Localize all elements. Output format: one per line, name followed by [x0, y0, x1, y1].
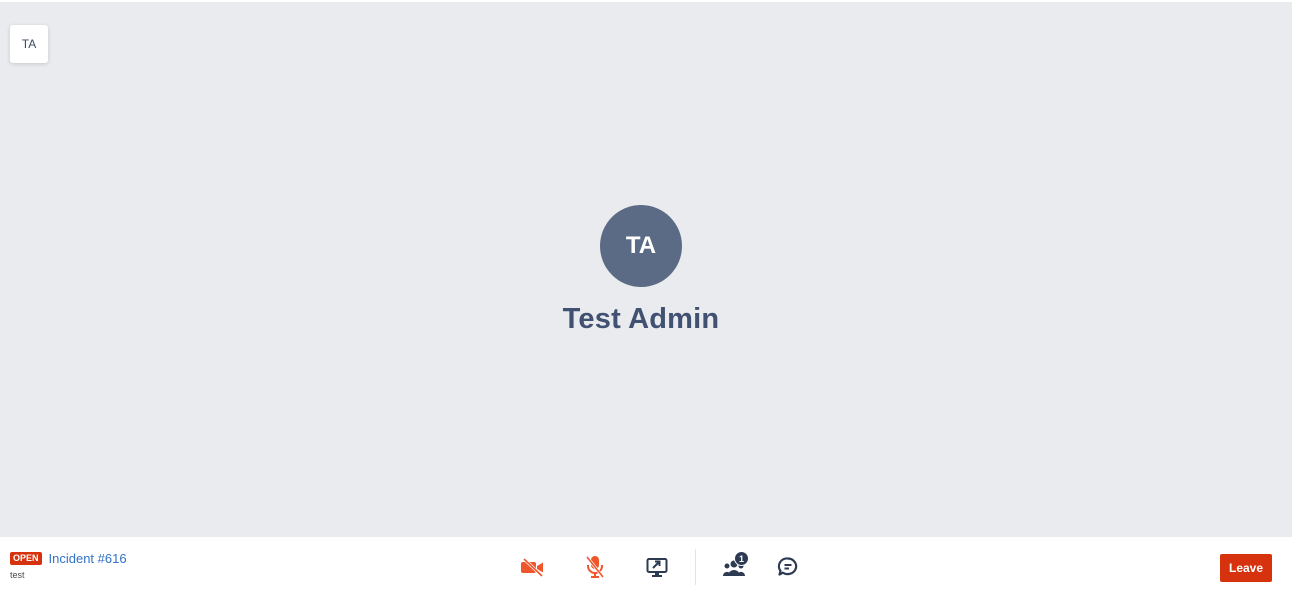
toggle-microphone-button[interactable] — [577, 549, 613, 585]
control-separator — [695, 549, 696, 585]
status-badge: OPEN — [10, 552, 42, 565]
incident-link[interactable]: Incident #616 — [49, 551, 127, 566]
video-stage: TA TA Test Admin — [0, 0, 1292, 537]
participants-button[interactable]: 1 — [716, 549, 752, 585]
leave-button[interactable]: Leave — [1220, 554, 1272, 582]
avatar: TA — [600, 205, 682, 287]
self-view-tile[interactable]: TA — [10, 25, 48, 63]
call-toolbar: OPEN Incident #616 test 1 Leave — [0, 537, 1292, 597]
participant-name: Test Admin — [562, 303, 720, 335]
self-view-initials: TA — [21, 37, 37, 51]
toggle-camera-button[interactable] — [515, 549, 551, 585]
microphone-off-icon — [585, 556, 605, 578]
chat-button[interactable] — [770, 549, 806, 585]
avatar-initials: TA — [625, 232, 657, 259]
call-controls: 1 — [515, 547, 806, 587]
incident-subtitle: test — [10, 570, 25, 580]
active-participant: TA Test Admin — [0, 205, 1282, 336]
screen-share-button[interactable] — [639, 549, 675, 585]
incident-row: OPEN Incident #616 — [10, 551, 127, 566]
camera-off-icon — [521, 557, 544, 577]
incident-info: OPEN Incident #616 test — [10, 551, 127, 580]
participants-count-badge: 1 — [734, 551, 749, 566]
screen-share-icon — [646, 558, 668, 577]
chat-icon — [777, 557, 798, 576]
